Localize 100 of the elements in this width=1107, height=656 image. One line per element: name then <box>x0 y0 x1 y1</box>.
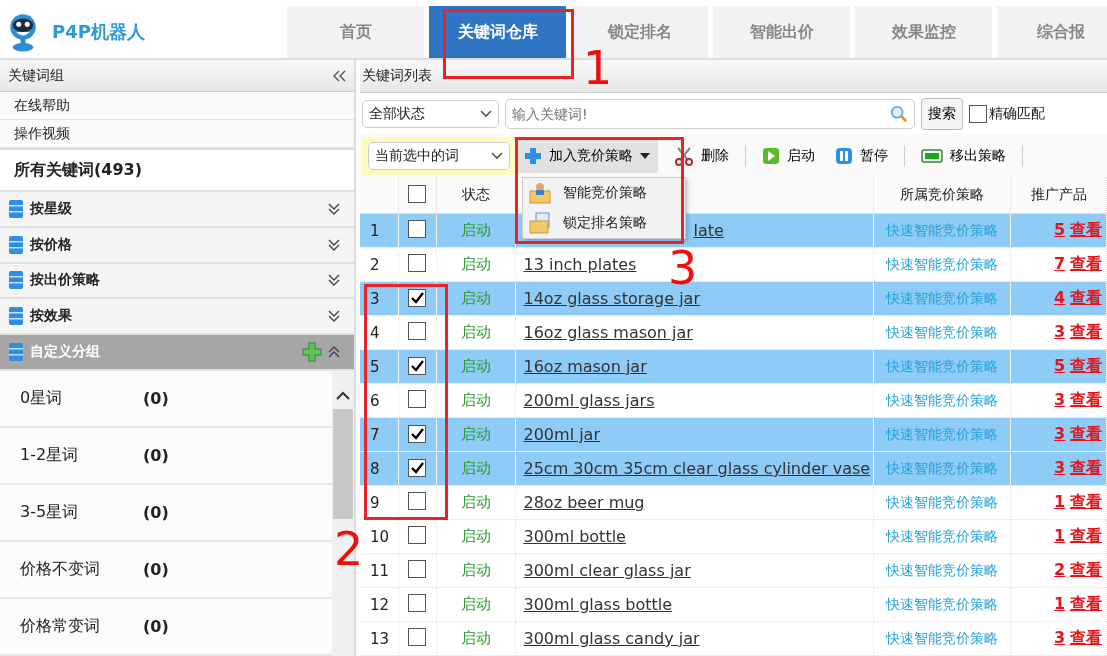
group-item[interactable]: 3-5星词 <box>20 502 143 523</box>
scope-dropdown[interactable]: 当前选中的词 <box>368 141 510 170</box>
status-text: 启动 <box>460 493 491 511</box>
status-dropdown[interactable]: 全部状态 <box>362 99 499 128</box>
scroll-up-icon[interactable] <box>336 391 350 401</box>
nav-tab[interactable]: 综合报 <box>997 6 1107 58</box>
product-count-link[interactable]: 3 <box>1054 424 1066 443</box>
row-checkbox[interactable] <box>408 253 426 272</box>
product-count-link[interactable]: 1 <box>1054 594 1066 613</box>
view-link[interactable]: 查看 <box>1070 526 1102 545</box>
keyword-link[interactable]: 300ml glass candy jar <box>523 629 700 648</box>
chevron-down-icon[interactable] <box>491 151 503 160</box>
keyword-link[interactable]: 300ml bottle <box>523 527 626 546</box>
keyword-link[interactable]: 300ml glass bottle <box>523 595 673 614</box>
view-link[interactable]: 查看 <box>1070 322 1102 341</box>
row-checkbox[interactable] <box>408 321 426 340</box>
menu-item[interactable]: 锁定排名策略 <box>563 214 647 232</box>
expand-icon[interactable] <box>328 201 340 216</box>
nav-tab[interactable]: 智能出价 <box>713 6 850 58</box>
keyword-link[interactable]: 16oz mason jar <box>523 357 647 376</box>
keyword-link[interactable]: 300ml clear glass jar <box>523 561 691 580</box>
nav-tab[interactable]: 效果监控 <box>855 6 992 58</box>
strategy-cell[interactable]: 快速智能竞价策略 <box>873 247 1010 282</box>
collapse-icon[interactable] <box>332 69 346 82</box>
search-field[interactable]: 输入关键词! <box>505 98 915 129</box>
search-icon[interactable] <box>890 104 908 123</box>
strategy-cell[interactable]: 快速智能竞价策略 <box>873 519 1010 554</box>
row-checkbox[interactable] <box>408 424 426 443</box>
product-count-link[interactable]: 1 <box>1054 526 1066 545</box>
view-link[interactable]: 查看 <box>1070 594 1102 613</box>
row-checkbox[interactable] <box>408 219 426 238</box>
view-link[interactable]: 查看 <box>1070 560 1102 579</box>
product-count-link[interactable]: 7 <box>1054 254 1066 273</box>
status-text: 启动 <box>460 527 491 545</box>
expand-icon[interactable] <box>328 273 340 288</box>
product-count-link[interactable]: 5 <box>1054 220 1066 239</box>
strategy-cell[interactable]: 快速智能竞价策略 <box>873 587 1010 622</box>
keyword-link[interactable]: 200ml glass jars <box>523 391 655 410</box>
database-icon <box>8 270 24 291</box>
product-count-link[interactable]: 4 <box>1054 288 1066 307</box>
help-link[interactable]: 操作视频 <box>0 120 354 149</box>
row-checkbox[interactable] <box>408 356 426 375</box>
keyword-link[interactable]: 28oz beer mug <box>523 493 645 512</box>
row-number: 13 <box>370 629 390 648</box>
row-checkbox[interactable] <box>408 389 426 408</box>
view-link[interactable]: 查看 <box>1070 356 1102 375</box>
search-button[interactable]: 搜索 <box>921 97 963 130</box>
product-count-link[interactable]: 3 <box>1054 390 1066 409</box>
expand-icon[interactable] <box>328 309 340 324</box>
toolbar-button[interactable]: 启动 <box>758 138 819 173</box>
view-link[interactable]: 查看 <box>1070 628 1102 647</box>
toolbar-button[interactable]: 删除 <box>670 138 733 173</box>
toolbar-button[interactable]: 暂停 <box>831 138 892 173</box>
keyword-link[interactable]: 16oz glass mason jar <box>523 323 693 342</box>
group-item[interactable]: 价格不变词 <box>20 559 143 580</box>
add-strategy-button[interactable]: 加入竞价策略 <box>516 138 658 173</box>
view-link[interactable]: 查看 <box>1070 492 1102 511</box>
row-checkbox[interactable] <box>408 593 426 612</box>
help-link[interactable]: 在线帮助 <box>0 92 354 121</box>
product-count-link[interactable]: 2 <box>1054 560 1066 579</box>
strategy-cell[interactable]: 快速智能竞价策略 <box>873 315 1010 350</box>
row-checkbox[interactable] <box>408 491 426 510</box>
toolbar-button[interactable]: 移出策略 <box>917 138 1010 173</box>
product-count-link[interactable]: 3 <box>1054 458 1066 477</box>
keyword-link[interactable]: 200ml jar <box>523 425 600 444</box>
status-text: 启动 <box>460 595 491 613</box>
view-link[interactable]: 查看 <box>1070 424 1102 443</box>
scroll-thumb[interactable] <box>333 409 353 519</box>
strategy-cell[interactable]: 快速智能竞价策略 <box>873 621 1010 656</box>
product-count-link[interactable]: 3 <box>1054 322 1066 341</box>
collapse-icon[interactable] <box>328 345 340 360</box>
chevron-down-icon[interactable] <box>480 109 492 118</box>
product-count-link[interactable]: 1 <box>1054 492 1066 511</box>
row-checkbox[interactable] <box>408 458 426 477</box>
minus-icon <box>921 148 943 163</box>
expand-icon[interactable] <box>328 237 340 252</box>
product-count-link[interactable]: 3 <box>1054 628 1066 647</box>
view-link[interactable]: 查看 <box>1070 458 1102 477</box>
row-checkbox[interactable] <box>408 559 426 578</box>
group-item[interactable]: 0星词 <box>20 388 143 409</box>
strategy-cell[interactable]: 快速智能竞价策略 <box>873 553 1010 588</box>
view-link[interactable]: 查看 <box>1070 254 1102 273</box>
nav-tab[interactable]: 关键词仓库 <box>429 6 566 58</box>
strategy-cell[interactable]: 快速智能竞价策略 <box>873 485 1010 520</box>
keyword-link[interactable]: 13 inch plates <box>523 255 637 274</box>
exact-match-checkbox[interactable] <box>969 104 987 123</box>
group-item[interactable]: 价格常变词 <box>20 616 143 637</box>
view-link[interactable]: 查看 <box>1070 220 1102 239</box>
nav-tab[interactable]: 首页 <box>287 6 424 58</box>
row-checkbox[interactable] <box>408 627 426 646</box>
strategy-cell[interactable]: 快速智能竞价策略 <box>873 383 1010 418</box>
group-item[interactable]: 1-2星词 <box>20 445 143 466</box>
row-checkbox[interactable] <box>408 525 426 544</box>
menu-item[interactable]: 智能竞价策略 <box>563 184 647 202</box>
select-all-checkbox[interactable] <box>408 184 426 203</box>
view-link[interactable]: 查看 <box>1070 390 1102 409</box>
view-link[interactable]: 查看 <box>1070 288 1102 307</box>
row-checkbox[interactable] <box>408 288 426 307</box>
product-count-link[interactable]: 5 <box>1054 356 1066 375</box>
keyword-link[interactable]: late <box>693 221 724 240</box>
